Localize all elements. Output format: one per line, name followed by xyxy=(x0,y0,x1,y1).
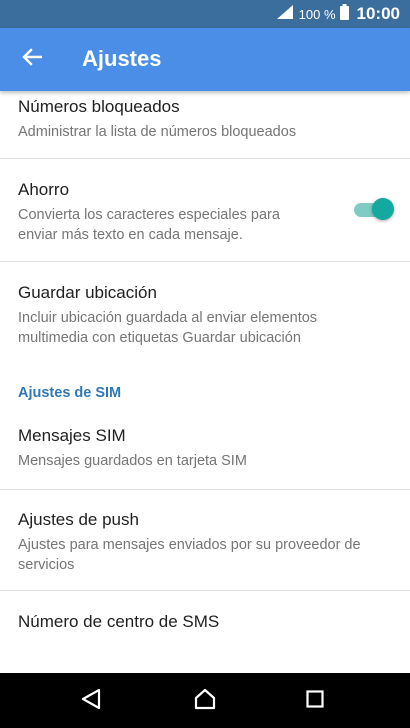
summary-line: Incluir ubicación guardada al enviar ele… xyxy=(18,310,318,326)
summary-line: enviar más texto en cada mensaje. xyxy=(18,227,243,243)
arrow-left-icon xyxy=(22,47,43,71)
saving-toggle[interactable] xyxy=(352,197,394,221)
settings-item-title: Ahorro xyxy=(18,180,70,199)
settings-item-summary: Incluir ubicación guardada al enviar ele… xyxy=(18,308,392,348)
divider xyxy=(0,590,410,591)
settings-item-summary: Ajustes para mensajes enviados por su pr… xyxy=(18,535,392,575)
settings-item-sms-center[interactable]: Número de centro de SMS xyxy=(0,611,410,633)
nav-recents-button[interactable] xyxy=(297,683,333,719)
app-bar: Ajustes xyxy=(0,28,410,91)
settings-item-saving[interactable]: Ahorro Convierta los caracteres especial… xyxy=(0,179,410,245)
navigation-bar xyxy=(0,673,410,728)
toggle-thumb xyxy=(372,198,394,220)
summary-line: Convierta los caracteres especiales para xyxy=(18,207,280,223)
page-title: Ajustes xyxy=(82,46,162,71)
nav-back-button[interactable] xyxy=(73,683,109,719)
settings-item-sim-messages[interactable]: Mensajes SIM Mensajes guardados en tarje… xyxy=(0,425,410,471)
settings-item-title: Números bloqueados xyxy=(18,97,180,116)
nav-back-icon xyxy=(81,688,101,715)
nav-home-button[interactable] xyxy=(187,683,223,719)
settings-item-push-settings[interactable]: Ajustes de push Ajustes para mensajes en… xyxy=(0,509,410,575)
settings-item-summary: Administrar la lista de números bloquead… xyxy=(18,124,297,140)
signal-icon xyxy=(276,4,293,24)
settings-item-summary: Convierta los caracteres especiales para… xyxy=(18,205,392,245)
nav-home-icon xyxy=(193,688,217,715)
settings-list: Números bloqueados Administrar la lista … xyxy=(0,91,410,673)
nav-recents-icon xyxy=(306,689,324,713)
battery-icon xyxy=(339,3,349,25)
settings-item-save-location[interactable]: Guardar ubicación Incluir ubicación guar… xyxy=(0,282,410,348)
summary-line: servicios xyxy=(18,557,75,573)
settings-item-blocked-numbers[interactable]: Números bloqueados Administrar la lista … xyxy=(0,96,410,142)
battery-percent: 100 % xyxy=(298,6,336,22)
settings-item-title: Guardar ubicación xyxy=(18,283,157,302)
section-header-sim: Ajustes de SIM xyxy=(18,385,122,401)
divider xyxy=(0,489,410,490)
settings-item-title: Número de centro de SMS xyxy=(18,612,220,631)
settings-item-summary: Mensajes guardados en tarjeta SIM xyxy=(18,453,247,469)
summary-line: multimedia con etiquetas Guardar ubicaci… xyxy=(18,330,301,346)
divider xyxy=(0,261,410,262)
back-button[interactable] xyxy=(14,41,50,77)
clock: 10:00 xyxy=(356,4,400,23)
summary-line: Ajustes para mensajes enviados por su pr… xyxy=(18,537,361,553)
settings-item-title: Ajustes de push xyxy=(18,510,139,529)
settings-item-title: Mensajes SIM xyxy=(18,426,126,445)
divider xyxy=(0,158,410,159)
status-bar: 100 % 10:00 xyxy=(0,0,410,28)
